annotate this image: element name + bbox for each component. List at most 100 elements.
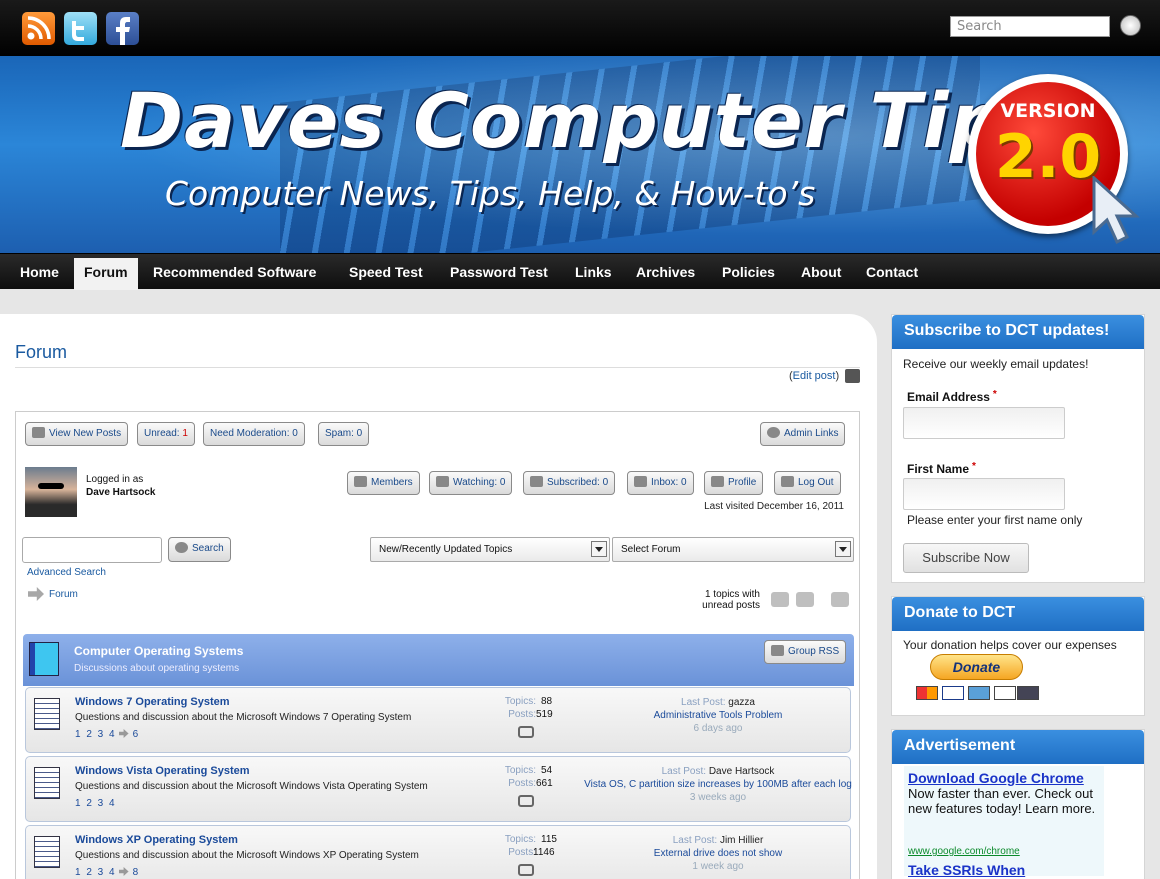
forum-pages[interactable]: 1 2 3 48 [75,867,138,878]
topic-filter-select[interactable]: New/Recently Updated Topics [370,537,610,562]
forum-search-input[interactable] [22,537,162,563]
nav-about[interactable]: About [791,258,851,290]
key-icon [781,476,794,487]
posts-count: 661 [536,778,553,789]
profile-button[interactable]: Profile [704,471,764,495]
members-button[interactable]: Members [347,471,420,495]
posts-label: Posts: [508,778,536,789]
forum-pages[interactable]: 1 2 3 46 [75,729,138,740]
mastercard-icon [916,686,938,700]
subscribe-intro: Receive our weekly email updates! [903,357,1089,371]
first-name-field[interactable] [903,478,1065,510]
unread-topics-count: 1 topics with unread posts [702,589,760,611]
forum-pages[interactable]: 1 2 3 4 [75,798,115,809]
forum-jump-select[interactable]: Select Forum [612,537,854,562]
topics-label: Topics: [504,765,536,776]
forum-name[interactable]: Windows 7 Operating System [75,696,230,708]
version-badge-label: VERSION [1000,100,1096,122]
posts-count: 519 [536,709,553,720]
binoculars-icon [436,476,449,487]
mark-all-read-icon[interactable] [796,592,814,607]
group-title[interactable]: Computer Operating Systems [74,644,243,658]
logged-in-user: Dave Hartsock [86,487,156,498]
members-icon [354,476,367,487]
nav-links[interactable]: Links [565,258,622,290]
subscribe-button[interactable]: Subscribe Now [903,543,1029,573]
chat-bubble-icon[interactable] [518,864,534,876]
watching-button[interactable]: Watching: 0 [429,471,513,495]
rss-icon[interactable] [22,12,55,45]
facebook-icon[interactable] [106,12,139,45]
forum-document-icon [34,836,60,868]
forum-name[interactable]: Windows XP Operating System [75,834,238,846]
last-post: Last Post: gazza Administrative Tools Pr… [653,697,783,734]
logged-in-label: Logged in as [86,474,144,485]
bank-icon [1017,686,1039,700]
print-icon[interactable] [845,369,860,383]
nav-password-test[interactable]: Password Test [440,258,558,290]
unread-button[interactable]: Unread: 1 [137,422,195,446]
magnifier-icon [175,542,188,553]
ad-url[interactable]: www.google.com/chrome [908,846,1020,857]
nav-speed-test[interactable]: Speed Test [339,258,433,290]
inbox-button[interactable]: Inbox: 0 [627,471,694,495]
subscribe-title: Subscribe to DCT updates! [892,315,1144,349]
nav-recommended-software[interactable]: Recommended Software [143,258,326,290]
ad-link-ssri[interactable]: Take SSRIs When [908,862,1025,878]
last-post-topic[interactable]: Administrative Tools Problem [654,710,783,721]
nav-home[interactable]: Home [10,258,69,290]
chat-bubble-icon[interactable] [518,795,534,807]
topics-count: 54 [541,765,553,776]
admin-links-button[interactable]: Admin Links [760,422,846,446]
forum-row: Windows XP Operating System Questions an… [25,825,851,879]
avatar[interactable] [25,467,77,517]
donate-button[interactable]: Donate [930,654,1023,680]
mark-read-icon[interactable] [771,592,789,607]
heart-icon [530,476,543,487]
last-post-topic[interactable]: Vista OS, C partition size increases by … [584,779,852,790]
search-icon[interactable] [1120,15,1141,36]
nav-contact[interactable]: Contact [856,258,928,290]
chat-bubble-icon[interactable] [518,726,534,738]
site-title[interactable]: Daves Computer Tips [120,76,1051,165]
nav-archives[interactable]: Archives [626,258,705,290]
forum-name[interactable]: Windows Vista Operating System [75,765,250,777]
breadcrumb[interactable]: Forum [49,589,78,600]
site-search-input[interactable]: Search [950,16,1110,37]
forum-container: View New Posts Unread: 1 Need Moderation… [15,411,860,879]
forum-search-button[interactable]: Search [168,537,231,562]
group-rss-button[interactable]: Group RSS [764,640,847,664]
twitter-icon[interactable] [64,12,97,45]
email-field[interactable] [903,407,1065,439]
edit-post-link[interactable]: Edit post [793,370,836,382]
posts-label: Posts: [508,847,536,858]
posts-label: Posts: [508,709,536,720]
page-title: Forum [15,342,68,362]
visa-icon [942,686,964,700]
subscribed-button[interactable]: Subscribed: 0 [523,471,616,495]
topics-label: Topics: [504,696,536,707]
log-out-button[interactable]: Log Out [774,471,841,495]
new-posts-icon [32,427,45,438]
view-new-posts-button[interactable]: View New Posts [25,422,129,446]
need-moderation-button[interactable]: Need Moderation: 0 [203,422,305,446]
forum-description: Questions and discussion about the Micro… [75,781,428,792]
jump-to-bottom-icon[interactable] [831,592,849,607]
nav-policies[interactable]: Policies [712,258,785,290]
last-post-topic[interactable]: External drive does not show [654,848,782,859]
page-arrow-icon [118,867,129,876]
forum-row: Windows 7 Operating System Questions and… [25,687,851,753]
cursor-arrow-icon [1092,176,1140,245]
posts-count: 1146 [533,847,555,858]
advanced-search-link[interactable]: Advanced Search [27,567,106,578]
envelope-icon [634,476,647,487]
last-post: Last Post: Dave Hartsock Vista OS, C par… [584,766,852,803]
email-label: Email Address * [907,389,997,404]
last-post: Last Post: Jim Hillier External drive do… [653,835,783,872]
site-tagline: Computer News, Tips, Help, & How-to’s [165,174,816,213]
spam-button[interactable]: Spam: 0 [318,422,370,446]
page-arrow-icon [118,729,129,738]
ad-link-chrome[interactable]: Download Google Chrome [908,770,1084,786]
nav-forum[interactable]: Forum [74,258,138,290]
forum-document-icon [34,767,60,799]
